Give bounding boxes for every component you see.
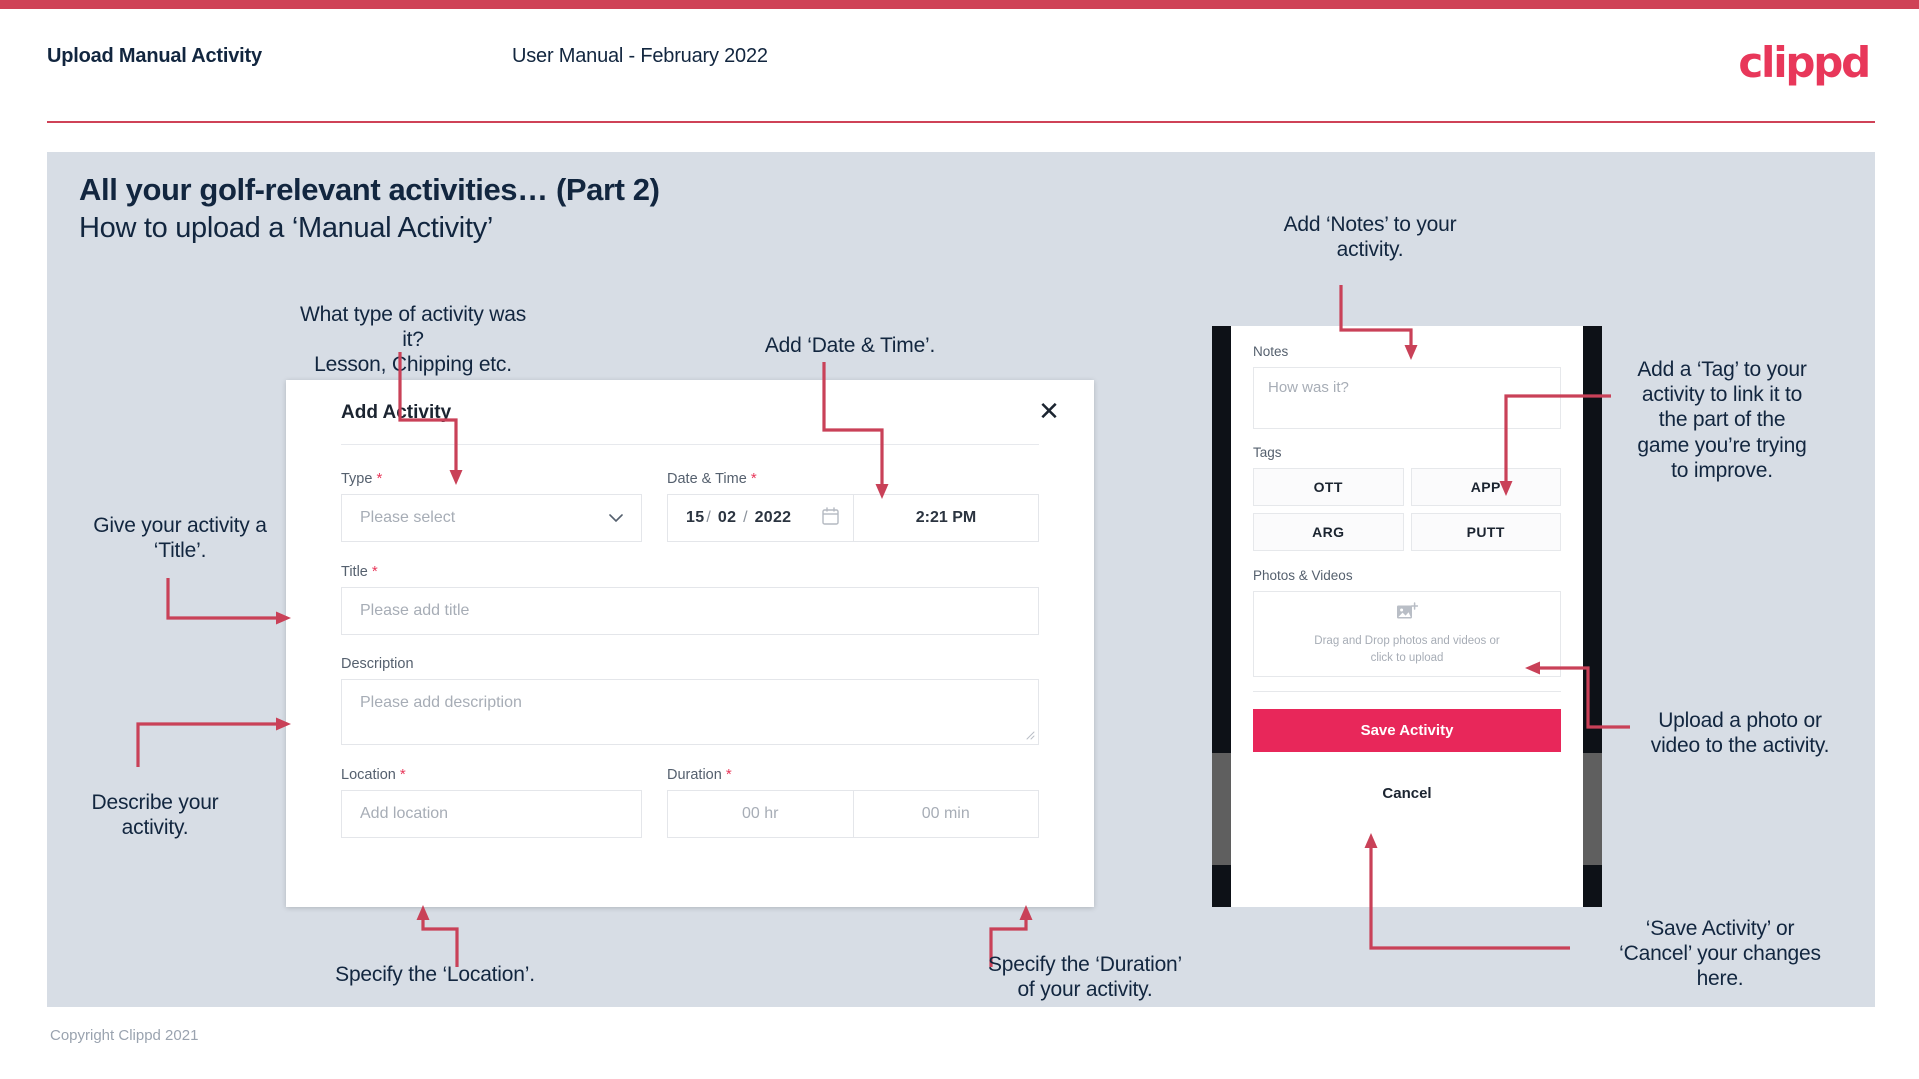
slide-subheading: How to upload a ‘Manual Activity’ bbox=[79, 212, 494, 244]
clippd-logo: clippd bbox=[1738, 38, 1871, 87]
annotation-location: Specify the ‘Location’. bbox=[300, 962, 570, 987]
duration-minutes-input[interactable]: 00 min bbox=[853, 790, 1039, 838]
annotation-duration-line2: of your activity. bbox=[1017, 978, 1153, 1002]
arrow-tag bbox=[1499, 394, 1611, 496]
title-label: Title * bbox=[341, 563, 378, 580]
tag-button-putt[interactable]: PUTT bbox=[1410, 513, 1561, 551]
dialog-form: Type * Please select Date & Time * 15/ 0… bbox=[341, 470, 1039, 838]
annotation-tag: Add a ‘Tag’ to your activity to link it … bbox=[1612, 357, 1832, 483]
annotation-upload-line2: video to the activity. bbox=[1650, 734, 1830, 758]
location-field-group: Location * Add location bbox=[341, 766, 642, 838]
arrow-save-cancel bbox=[1364, 833, 1570, 950]
phone-frame-left bbox=[1212, 326, 1231, 907]
tag-button-arg[interactable]: ARG bbox=[1253, 513, 1404, 551]
annotation-title-line2: ‘Title’. bbox=[153, 539, 207, 563]
required-asterisk: * bbox=[399, 766, 406, 783]
annotation-save-line3: here. bbox=[1696, 967, 1744, 991]
annotation-describe-line1: Describe your bbox=[91, 791, 219, 814]
annotation-tag-line1: Add a ‘Tag’ to your bbox=[1637, 358, 1807, 381]
arrow-notes bbox=[1339, 285, 1418, 360]
description-textarea[interactable]: Please add description bbox=[341, 679, 1039, 745]
annotation-title: Give your activity a ‘Title’. bbox=[50, 513, 310, 563]
annotation-location-text: Specify the ‘Location’. bbox=[335, 963, 535, 986]
cancel-button[interactable]: Cancel bbox=[1253, 785, 1561, 802]
description-field-group: Description Please add description bbox=[341, 656, 1039, 745]
annotation-tag-line2: activity to link it to bbox=[1641, 383, 1803, 407]
save-activity-button[interactable]: Save Activity bbox=[1253, 709, 1561, 752]
annotation-type-line1: What type of activity was it? bbox=[299, 303, 527, 352]
annotation-save-line1: ‘Save Activity’ or bbox=[1645, 917, 1795, 940]
annotation-tag-line5: to improve. bbox=[1671, 458, 1773, 482]
annotation-datetime: Add ‘Date & Time’. bbox=[700, 333, 1000, 358]
annotation-tag-line3: the part of the bbox=[1658, 408, 1786, 432]
annotation-datetime-text: Add ‘Date & Time’. bbox=[764, 334, 936, 357]
annotation-duration-line1: Specify the ‘Duration’ bbox=[987, 953, 1183, 976]
annotation-title-line1: Give your activity a bbox=[93, 514, 267, 537]
calendar-icon[interactable] bbox=[822, 506, 839, 530]
arrow-datetime bbox=[822, 362, 889, 499]
duration-controls: 00 hr 00 min bbox=[667, 790, 1039, 838]
add-image-icon bbox=[1396, 602, 1419, 627]
description-placeholder: Please add description bbox=[360, 694, 522, 711]
form-row-location-duration: Location * Add location Duration * 00 hr… bbox=[341, 766, 1039, 838]
page-title: Upload Manual Activity bbox=[47, 45, 262, 67]
duration-field-group: Duration * 00 hr 00 min bbox=[667, 766, 1039, 838]
type-select[interactable]: Please select bbox=[341, 494, 642, 542]
top-accent-bar bbox=[0, 0, 1919, 9]
photo-dropzone[interactable]: Drag and Drop photos and videos or click… bbox=[1253, 591, 1561, 677]
required-asterisk: * bbox=[750, 470, 757, 487]
annotation-describe-line2: activity. bbox=[121, 816, 189, 840]
slide-heading: All your golf-relevant activities… (Part… bbox=[79, 172, 660, 207]
location-input-placeholder: Add location bbox=[360, 805, 449, 822]
duration-label: Duration * bbox=[667, 766, 732, 783]
date-value: 15/ 02 / 2022 bbox=[686, 509, 792, 526]
dropzone-text: Drag and Drop photos and videos or click… bbox=[1314, 633, 1499, 666]
title-input-placeholder: Please add title bbox=[360, 602, 470, 619]
annotation-upload-line1: Upload a photo or bbox=[1658, 709, 1822, 732]
required-asterisk: * bbox=[371, 563, 378, 580]
arrow-title bbox=[166, 578, 291, 625]
annotation-duration: Specify the ‘Duration’ of your activity. bbox=[950, 952, 1220, 1002]
header-divider bbox=[47, 121, 1875, 123]
page-subtitle: User Manual - February 2022 bbox=[512, 45, 768, 67]
annotation-save-line2: ‘Cancel’ your changes bbox=[1619, 942, 1821, 966]
type-select-value: Please select bbox=[360, 509, 456, 526]
annotation-upload: Upload a photo or video to the activity. bbox=[1620, 708, 1860, 758]
annotation-describe: Describe your activity. bbox=[40, 790, 270, 840]
dropzone-line1: Drag and Drop photos and videos or bbox=[1314, 634, 1500, 647]
title-field-group: Title * Please add title bbox=[341, 563, 1039, 635]
required-asterisk: * bbox=[725, 766, 732, 783]
annotation-notes: Add ‘Notes’ to your activity. bbox=[1225, 212, 1515, 262]
annotation-notes-line1: Add ‘Notes’ to your bbox=[1283, 213, 1457, 236]
resize-grip-icon[interactable] bbox=[1024, 729, 1035, 743]
duration-hours-input[interactable]: 00 hr bbox=[667, 790, 854, 838]
slide-canvas: Upload Manual Activity User Manual - Feb… bbox=[0, 0, 1919, 1079]
location-input[interactable]: Add location bbox=[341, 790, 642, 838]
phone-side-button bbox=[1212, 753, 1231, 865]
title-input[interactable]: Please add title bbox=[341, 587, 1039, 635]
arrow-describe bbox=[136, 717, 291, 767]
footer-copyright: Copyright Clippd 2021 bbox=[50, 1027, 199, 1044]
dropzone-line2: click to upload bbox=[1370, 651, 1444, 664]
chevron-down-icon bbox=[609, 511, 623, 526]
annotation-save-cancel: ‘Save Activity’ or ‘Cancel’ your changes… bbox=[1570, 916, 1870, 992]
arrow-type bbox=[398, 352, 463, 485]
location-label: Location * bbox=[341, 766, 406, 783]
annotation-notes-line2: activity. bbox=[1336, 238, 1404, 262]
notes-placeholder: How was it? bbox=[1268, 379, 1349, 396]
phone-divider bbox=[1253, 691, 1561, 692]
close-icon[interactable]: ✕ bbox=[1032, 394, 1066, 428]
annotation-tag-line4: game you’re trying bbox=[1637, 433, 1807, 457]
photos-label: Photos & Videos bbox=[1253, 568, 1353, 583]
description-label: Description bbox=[341, 656, 414, 672]
tag-button-ott[interactable]: OTT bbox=[1253, 468, 1404, 506]
